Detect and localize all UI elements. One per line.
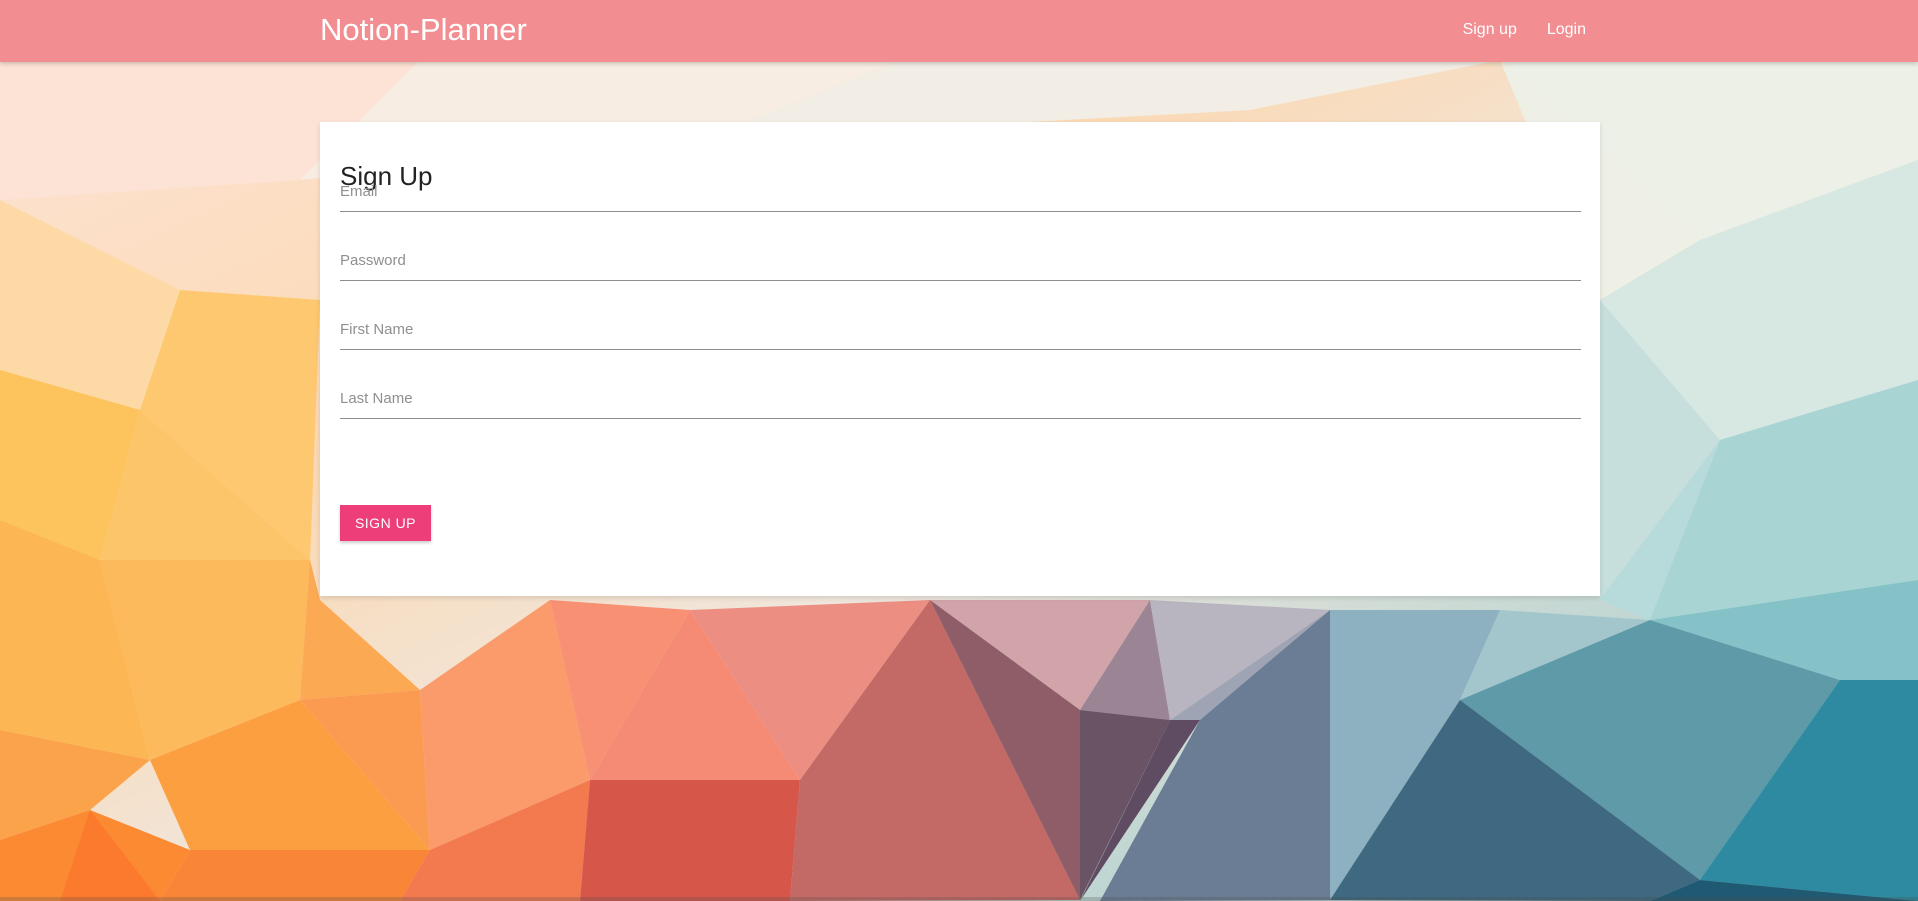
last-name-field[interactable] [340, 379, 1581, 419]
email-field-wrapper [340, 172, 1581, 212]
nav-link-login[interactable]: Login [1547, 20, 1586, 40]
signup-card: Sign Up SIGN UP [320, 122, 1600, 596]
sign-up-button[interactable]: SIGN UP [340, 505, 431, 541]
last-name-field-wrapper [340, 379, 1581, 419]
email-field[interactable] [340, 172, 1581, 212]
password-field-wrapper [340, 241, 1581, 281]
password-field[interactable] [340, 241, 1581, 281]
brand-logo-link[interactable]: Notion-Planner [320, 12, 527, 48]
first-name-field-wrapper [340, 310, 1581, 350]
nav-links: Sign up Login [1463, 20, 1586, 40]
nav-link-sign-up[interactable]: Sign up [1463, 20, 1517, 40]
first-name-field[interactable] [340, 310, 1581, 350]
top-navbar: Notion-Planner Sign up Login [0, 0, 1918, 62]
